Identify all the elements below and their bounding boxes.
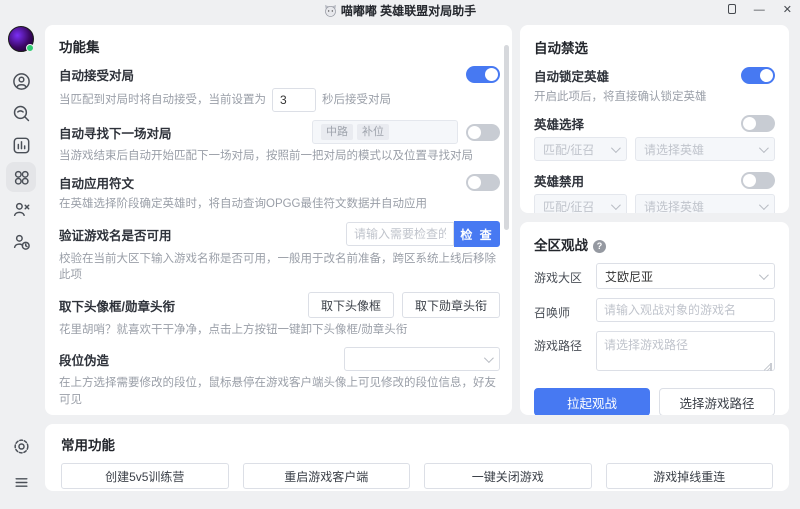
chevron-down-icon: [758, 269, 769, 280]
champ-select-label: 英雄选择: [534, 118, 585, 133]
common-functions-title: 常用功能: [61, 438, 115, 453]
champ-ban-toggle[interactable]: [741, 172, 775, 190]
region-label: 游戏大区: [534, 271, 583, 285]
app-logo-icon: [324, 4, 336, 17]
sidebar-item-match-history[interactable]: [6, 130, 36, 160]
restart-client-button[interactable]: 重启游戏客户端: [242, 463, 410, 489]
champ-ban-mode-select[interactable]: 匹配/征召: [534, 194, 627, 213]
sidebar-item-profile[interactable]: [6, 66, 36, 96]
reconnect-button[interactable]: 游戏掉线重连: [605, 463, 773, 489]
gear-icon: [13, 438, 29, 454]
position-tag: 补位: [357, 123, 389, 141]
remove-frame-label: 取下头像框/勋章头衔: [59, 299, 175, 314]
person-x-icon: [13, 202, 29, 216]
function-set-title: 功能集: [59, 40, 100, 55]
champ-ban-champion-select[interactable]: 请选择英雄: [635, 194, 775, 213]
chevron-down-icon: [610, 142, 621, 153]
titlebar: 喵嘟嘟 英雄联盟对局助手 — ✕: [0, 0, 800, 20]
close-game-button[interactable]: 一键关闭游戏: [424, 463, 592, 489]
remove-medal-title-button[interactable]: 取下勋章头衔: [401, 292, 500, 319]
summoner-input[interactable]: [596, 298, 775, 322]
chevron-down-icon: [483, 353, 494, 364]
window-title: 喵嘟嘟 英雄联盟对局助手: [340, 3, 477, 18]
sidebar-item-menu[interactable]: [6, 467, 36, 497]
game-path-textarea[interactable]: [596, 331, 775, 371]
verify-name-desc: 校验在当前大区下输入游戏名称是否可用，一般用于改名前准备，跨区系统上线后移除此项: [59, 253, 496, 282]
auto-accept-label: 自动接受对局: [59, 69, 135, 83]
choose-game-path-button[interactable]: 选择游戏路径: [659, 388, 775, 415]
spectate-title: 全区观战?: [534, 234, 775, 254]
sidebar-item-friend-history[interactable]: [6, 226, 36, 256]
auto-runes-label: 自动应用符文: [59, 177, 135, 192]
chevron-down-icon: [610, 199, 621, 210]
remove-avatar-frame-button[interactable]: 取下头像框: [307, 292, 394, 319]
online-status-dot: [26, 44, 34, 52]
champ-select-mode-select[interactable]: 匹配/征召: [534, 137, 627, 162]
scrollbar[interactable]: [504, 45, 509, 230]
person-clock-icon: [13, 234, 30, 250]
auto-runes-desc: 在英雄选择阶段确定英雄时，将自动查询OPGG最佳符文数据并自动应用: [59, 198, 428, 211]
auto-accept-toggle[interactable]: [466, 66, 500, 83]
hamburger-menu-icon: [14, 477, 28, 487]
auto-ban-pick-title: 自动禁选: [534, 41, 588, 56]
rank-fake-desc: 在上方选择需要修改的段位，鼠标悬停在游戏客户端头像上可见修改的段位信息，好友可见: [59, 377, 496, 406]
auto-next-position-select[interactable]: 中路 补位: [312, 120, 458, 144]
sidebar-item-functions[interactable]: [6, 162, 36, 192]
search-icon: [13, 105, 29, 121]
summoner-label: 召唤师: [534, 306, 571, 320]
create-training-button[interactable]: 创建5v5训练营: [61, 463, 229, 489]
sidebar-item-settings[interactable]: [6, 431, 36, 461]
bar-chart-icon: [13, 137, 29, 153]
champ-select-champion-select[interactable]: 请选择英雄: [635, 137, 775, 162]
spectate-card: 全区观战? 游戏大区 艾欧尼亚 召唤师 游戏路径 拉起观战 选择游戏路径: [520, 222, 789, 415]
resize-grip-icon[interactable]: [764, 363, 772, 371]
champ-select-toggle[interactable]: [741, 115, 775, 133]
chevron-down-icon: [758, 199, 769, 210]
minimize-icon[interactable]: —: [754, 4, 765, 16]
auto-ban-pick-card: 自动禁选 自动锁定英雄 开启此项后，将直接确认锁定英雄 英雄选择 匹配/征召 请…: [520, 25, 789, 213]
auto-accept-desc-after: 秒后接受对局: [322, 93, 391, 106]
avatar[interactable]: [8, 26, 34, 52]
auto-lock-toggle[interactable]: [741, 67, 775, 84]
champ-ban-label: 英雄禁用: [534, 175, 585, 190]
auto-runes-toggle[interactable]: [466, 174, 500, 192]
function-set-card: 功能集 自动接受对局 当匹配到对局时将自动接受，当前设置为 秒后接受对局 自动寻…: [45, 25, 512, 415]
sidebar-item-remove-friend[interactable]: [6, 194, 36, 224]
auto-next-label: 自动寻找下一场对局: [59, 126, 172, 141]
common-functions-card: 常用功能 创建5v5训练营 重启游戏客户端 一键关闭游戏 游戏掉线重连: [45, 424, 789, 491]
check-name-button[interactable]: 检 查: [454, 221, 500, 248]
verify-name-input[interactable]: [346, 222, 454, 247]
auto-next-toggle[interactable]: [466, 123, 500, 141]
sidebar-item-search[interactable]: [6, 98, 36, 128]
pin-icon[interactable]: [727, 3, 736, 17]
launch-spectate-button[interactable]: 拉起观战: [534, 388, 650, 415]
help-icon[interactable]: ?: [593, 239, 606, 253]
auto-accept-seconds-input[interactable]: [272, 88, 316, 112]
auto-accept-desc-before: 当匹配到对局时将自动接受，当前设置为: [59, 93, 266, 106]
game-path-label: 游戏路径: [534, 339, 583, 353]
verify-name-label: 验证游戏名是否可用: [59, 228, 172, 243]
position-tag: 中路: [321, 123, 353, 141]
region-select[interactable]: 艾欧尼亚: [596, 263, 775, 289]
sidebar: [0, 20, 42, 509]
auto-lock-label: 自动锁定英雄: [534, 70, 610, 84]
auto-lock-desc: 开启此项后，将直接确认锁定英雄: [534, 91, 707, 103]
rank-fake-select[interactable]: [344, 347, 500, 372]
chevron-down-icon: [758, 142, 769, 153]
profile-icon: [12, 72, 30, 90]
auto-next-desc: 当游戏结束后自动开始匹配下一场对局，按照前一把对局的模式以及位置寻找对局: [59, 150, 473, 162]
close-icon[interactable]: ✕: [783, 4, 792, 16]
remove-frame-desc: 花里胡哨？就喜欢干干净净，点击上方按钮一键卸下头像框/勋章头衔: [59, 324, 408, 337]
apps-grid-icon: [14, 170, 29, 185]
rank-fake-label: 段位伪造: [59, 353, 110, 368]
